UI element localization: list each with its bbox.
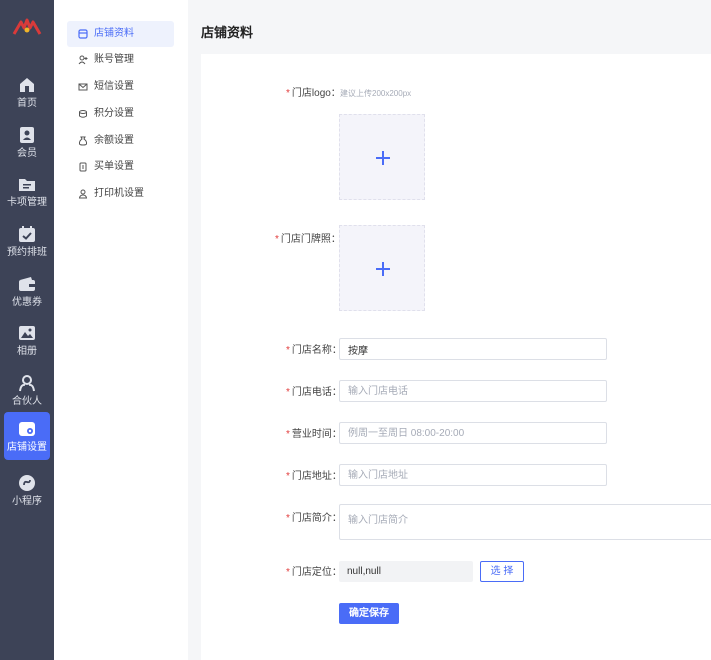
sign-photo-field-label: * 门店门牌照： — [275, 234, 341, 245]
address-field-label: * 门店地址： — [286, 471, 342, 482]
brand-logo-icon — [12, 18, 42, 35]
required-mark: * — [286, 345, 290, 356]
hours-field-label: * 营业时间： — [286, 429, 342, 440]
mini-program-icon — [19, 475, 35, 491]
sign-photo-uploader[interactable] — [339, 225, 425, 311]
submenu-item-checkout[interactable]: 买单设置 — [67, 154, 174, 180]
nav-item-album[interactable]: 相册 — [4, 316, 50, 364]
submenu-item-printer[interactable]: 打印机设置 — [67, 181, 174, 207]
store-name-input[interactable] — [339, 338, 607, 360]
nav-item-booking[interactable]: 预约排班 — [4, 217, 50, 265]
receipt-icon — [79, 162, 87, 172]
nav-item-label: 首页 — [17, 98, 37, 109]
intro-field-label: * 门店简介： — [286, 513, 342, 524]
submenu-item-balance[interactable]: 余额设置 — [67, 128, 174, 154]
submenu-item-sms[interactable]: 短信设置 — [67, 74, 174, 100]
calendar-icon — [19, 226, 35, 242]
required-mark: * — [286, 387, 290, 398]
nav-item-cards[interactable]: 卡项管理 — [4, 167, 50, 215]
home-icon — [20, 78, 34, 92]
wallet-icon — [19, 277, 35, 291]
nav-item-mini-program[interactable]: 小程序 — [4, 466, 50, 514]
member-icon — [20, 127, 34, 143]
submenu-item-label: 积分设置 — [94, 108, 134, 119]
logo-field-label: * 门店logo： — [286, 88, 341, 99]
store-icon — [78, 29, 88, 39]
user-add-icon — [78, 55, 88, 65]
plus-icon — [376, 151, 390, 165]
nav-item-label: 小程序 — [12, 496, 42, 507]
required-mark: * — [275, 234, 279, 245]
nav-item-member[interactable]: 会员 — [4, 118, 50, 166]
submenu-item-label: 短信设置 — [94, 81, 134, 92]
plus-icon — [376, 262, 390, 276]
store-settings-icon — [19, 422, 35, 436]
phone-field-label: * 门店电话： — [286, 387, 342, 398]
nav-item-store-settings[interactable]: 店铺设置 — [4, 412, 50, 460]
page-title: 店铺资料 — [201, 25, 254, 40]
name-field-label: * 门店名称： — [286, 345, 342, 356]
nav-item-label: 相册 — [17, 346, 37, 357]
mail-icon — [78, 83, 88, 91]
nav-item-coupon[interactable]: 优惠券 — [4, 267, 50, 315]
printer-icon — [78, 189, 88, 199]
nav-item-label: 卡项管理 — [7, 197, 47, 208]
money-bag-icon — [78, 136, 88, 146]
required-mark: * — [286, 88, 290, 99]
logo-size-hint: 建议上传200x200px — [340, 89, 412, 98]
submenu-item-accounts[interactable]: 账号管理 — [67, 47, 174, 73]
nav-item-home[interactable]: 首页 — [4, 68, 50, 116]
nav-item-label: 优惠券 — [12, 297, 42, 308]
nav-item-label: 预约排班 — [7, 247, 47, 258]
nav-item-label: 会员 — [17, 148, 37, 159]
submenu-item-label: 买单设置 — [94, 161, 134, 172]
coins-icon — [79, 110, 87, 118]
store-phone-input[interactable] — [339, 380, 607, 402]
partner-icon — [19, 375, 35, 392]
image-icon — [19, 326, 35, 340]
submenu-item-store-info[interactable]: 店铺资料 — [67, 21, 174, 47]
store-address-input[interactable] — [339, 464, 607, 486]
business-hours-input[interactable] — [339, 422, 607, 444]
folder-icon — [19, 179, 35, 191]
settings-submenu: 店铺资料 账号管理 短信设置 积分设置 余额设置 买单设置 打印机设置 — [54, 0, 188, 660]
store-intro-textarea[interactable] — [339, 504, 711, 540]
required-mark: * — [286, 429, 290, 440]
location-value: null,null — [339, 561, 473, 582]
required-mark: * — [286, 513, 290, 524]
submenu-item-label: 余额设置 — [94, 135, 134, 146]
submenu-item-points[interactable]: 积分设置 — [67, 101, 174, 127]
submenu-item-label: 打印机设置 — [94, 188, 144, 199]
choose-location-button[interactable]: 选 择 — [480, 561, 524, 582]
logo-uploader[interactable] — [339, 114, 425, 200]
main-nav-rail: 首页 会员 卡项管理 预约排班 优惠券 相册 合伙人 店铺设置 小程序 — [0, 0, 54, 660]
submenu-item-label: 店铺资料 — [94, 28, 134, 39]
nav-item-label: 店铺设置 — [7, 442, 47, 453]
nav-item-partner[interactable]: 合伙人 — [4, 366, 50, 414]
location-field-label: * 门店定位： — [286, 567, 342, 578]
submenu-item-label: 账号管理 — [94, 54, 134, 65]
save-button[interactable]: 确定保存 — [339, 603, 399, 624]
required-mark: * — [286, 471, 290, 482]
nav-item-label: 合伙人 — [12, 396, 42, 407]
required-mark: * — [286, 567, 290, 578]
